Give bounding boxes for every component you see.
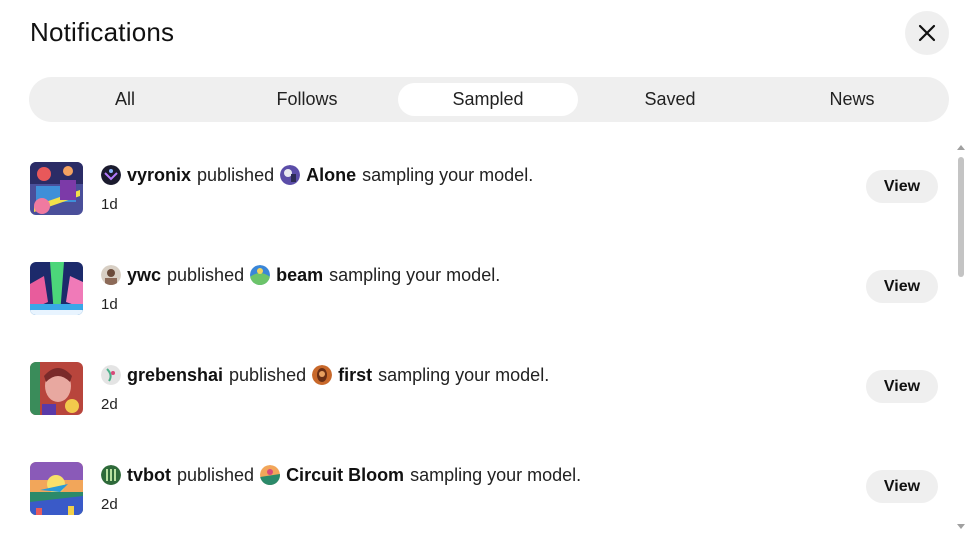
work-title[interactable]: Alone [306, 165, 356, 186]
view-button[interactable]: View [866, 470, 938, 503]
verb-text: published [197, 164, 275, 185]
scrollbar-thumb[interactable] [958, 157, 964, 277]
timestamp: 2d [101, 496, 118, 513]
timestamp: 2d [101, 396, 118, 413]
work-avatar[interactable] [312, 365, 333, 385]
notification-item: ywc published beam sampling your model. … [30, 260, 940, 320]
tab-bar: All Follows Sampled Saved News [29, 77, 949, 122]
artwork-thumbnail[interactable] [30, 362, 83, 415]
notification-text: ywc published beam sampling your model. [101, 263, 500, 287]
user-avatar[interactable] [101, 365, 121, 385]
notification-item: vyronix published Alone sampling your mo… [30, 160, 940, 220]
timestamp: 1d [101, 296, 118, 313]
tab-news[interactable]: News [762, 83, 942, 116]
suffix-text: sampling your model. [378, 364, 550, 385]
view-button[interactable]: View [866, 370, 938, 403]
tab-follows[interactable]: Follows [217, 83, 397, 116]
suffix-text: sampling your model. [410, 464, 582, 485]
work-title[interactable]: Circuit Bloom [286, 465, 404, 486]
tab-saved[interactable]: Saved [580, 83, 760, 116]
artwork-thumbnail[interactable] [30, 462, 83, 515]
scrollbar[interactable] [956, 145, 966, 529]
user-avatar[interactable] [101, 465, 121, 485]
verb-text: published [177, 464, 255, 485]
notification-item: tvbot published Circuit Bloom sampling y… [30, 460, 940, 520]
notification-text: vyronix published Alone sampling your mo… [101, 163, 533, 187]
suffix-text: sampling your model. [329, 264, 501, 285]
suffix-text: sampling your model. [362, 164, 534, 185]
verb-text: published [167, 264, 245, 285]
view-button[interactable]: View [866, 270, 938, 303]
notification-item: grebenshai published first sampling your… [30, 360, 940, 420]
notification-text: grebenshai published first sampling your… [101, 363, 549, 387]
work-avatar[interactable] [250, 265, 271, 285]
scroll-down-arrow-icon[interactable] [957, 524, 965, 529]
artwork-thumbnail[interactable] [30, 262, 83, 315]
scroll-up-arrow-icon[interactable] [957, 145, 965, 150]
user-name[interactable]: ywc [127, 265, 161, 286]
user-name[interactable]: tvbot [127, 465, 171, 486]
verb-text: published [229, 364, 307, 385]
user-avatar[interactable] [101, 165, 121, 185]
close-icon [918, 24, 936, 42]
view-button[interactable]: View [866, 170, 938, 203]
notification-text: tvbot published Circuit Bloom sampling y… [101, 463, 581, 487]
work-avatar[interactable] [260, 465, 281, 485]
tab-sampled[interactable]: Sampled [398, 83, 578, 116]
work-avatar[interactable] [280, 165, 301, 185]
page-title: Notifications [30, 17, 175, 47]
work-title[interactable]: first [338, 365, 372, 386]
tab-all[interactable]: All [35, 83, 215, 116]
user-name[interactable]: grebenshai [127, 365, 223, 386]
notification-list: vyronix published Alone sampling your mo… [0, 140, 956, 539]
user-avatar[interactable] [101, 265, 121, 285]
artwork-thumbnail[interactable] [30, 162, 83, 215]
timestamp: 1d [101, 196, 118, 213]
close-button[interactable] [905, 11, 949, 55]
work-title[interactable]: beam [276, 265, 323, 286]
user-name[interactable]: vyronix [127, 165, 191, 186]
